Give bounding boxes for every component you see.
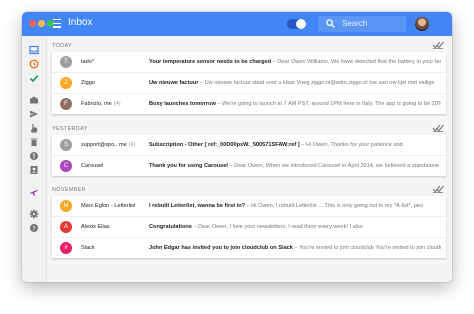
section-header: TODAY [52, 40, 446, 51]
message-snippet: – Uw nieuwe factuur staat voor u klaar V… [198, 80, 435, 86]
spam-icon[interactable] [29, 151, 39, 161]
thread-count: (4) [113, 101, 121, 107]
message-subject: Subscription - Other [ ref:_00D00pxW._50… [149, 142, 300, 148]
sender-name: Ziggo [81, 80, 139, 86]
section-card: Ttado° Your temperature sensor needs to b… [52, 52, 446, 114]
sender-label: Carousel [81, 163, 104, 169]
section-header: YESTERDAY [52, 123, 446, 134]
message-subject: Uw nieuwe factuur [149, 80, 199, 86]
sender-label: support@spo., me [81, 142, 127, 148]
section-card: M Marc Eglon - Letterlist I rebuilt Letter… [52, 196, 446, 258]
section-card: Ssupport@spo., me (4) Subscription - Other… [52, 135, 446, 176]
inbox-window: Inbox Search ? TODAY Ttado° Your temperatu… [22, 12, 452, 282]
message-row[interactable]: Ttado° Your temperature sensor needs to b… [52, 52, 446, 73]
sender-name: Alexis Elias [81, 224, 139, 230]
sender-avatar: Z [60, 77, 72, 89]
sender-name: Carousel [81, 163, 139, 169]
sender-label: Marc Eglon - Letterlist [81, 203, 136, 209]
page-title: Inbox [68, 17, 93, 28]
search-box[interactable]: Search [318, 16, 406, 32]
sender-name: Marc Eglon - Letterlist [81, 203, 139, 209]
message-row[interactable]: # Slack John Edgar has invited you to join… [52, 238, 446, 258]
sender-label: Alexis Elias [81, 224, 110, 230]
sweep-done-icon[interactable] [432, 184, 444, 193]
sender-avatar: C [60, 160, 72, 172]
account-avatar[interactable] [415, 17, 429, 31]
message-row[interactable]: C Carousel Thank you for using Carousel – … [52, 156, 446, 176]
message-row[interactable]: Ssupport@spo., me (4) Subscription - Other… [52, 135, 446, 156]
sender-avatar: M [60, 200, 72, 212]
section-label: YESTERDAY [52, 126, 88, 132]
message-preview: Uw nieuwe factuur – Uw nieuwe factuur st… [149, 80, 441, 86]
message-snippet: – Dear Owen, I love your newsletters. I … [191, 224, 363, 230]
section-label: TODAY [52, 43, 72, 49]
settings-icon[interactable] [29, 209, 39, 219]
message-list: TODAY Ttado° Your temperature sensor needs… [47, 36, 452, 282]
menu-icon[interactable] [53, 19, 61, 28]
sender-label: tado° [81, 59, 95, 65]
message-preview: Your temperature sensor needs to be char… [149, 59, 441, 65]
done-icon[interactable] [29, 73, 39, 83]
sender-avatar: S [60, 139, 72, 151]
sender-label: Fabrizio, me [81, 101, 112, 107]
sender-avatar: T [60, 56, 72, 68]
message-snippet: – Dear Owen, When we introduced Carousel… [227, 163, 442, 169]
search-placeholder: Search [342, 19, 368, 28]
sweep-done-icon[interactable] [432, 40, 444, 49]
contacts-icon[interactable] [29, 165, 39, 175]
message-subject: I rebuilt Letterlist, wanna be first in? [149, 203, 246, 209]
sender-name: Fabrizio, me (4) [81, 101, 139, 107]
message-snippet: – Dear Owen Williams, We have detected t… [272, 59, 441, 65]
title-bar: Inbox Search [22, 12, 452, 36]
sender-avatar: A [60, 221, 72, 233]
message-row[interactable]: F Fabrizio, me (4) Boxy launches tomorrow –… [52, 94, 446, 114]
sidebar: ? [22, 36, 47, 282]
close-window-button[interactable] [29, 20, 36, 27]
message-subject: Congratulations [149, 224, 192, 230]
sender-label: Slack [81, 245, 95, 251]
message-subject: Thank you for using Carousel [149, 163, 228, 169]
message-subject: Your temperature sensor needs to be char… [149, 59, 272, 65]
message-snippet: – Hi Owen, I rebuilt Letterlist ... This… [245, 203, 424, 209]
message-snippet: – Hi Owen, Thanks for your patience and [299, 142, 403, 148]
message-row[interactable]: Z Ziggo Uw nieuwe factuur – Uw nieuwe fact… [52, 73, 446, 94]
message-preview: Congratulations – Dear Owen, I love your… [149, 224, 441, 230]
thread-count: (4) [128, 142, 136, 148]
trips-icon[interactable] [29, 187, 39, 197]
section-label: NOVEMBER [52, 187, 86, 193]
message-row[interactable]: M Marc Eglon - Letterlist I rebuilt Letter… [52, 196, 446, 217]
section-header: NOVEMBER [52, 184, 446, 195]
sender-name: Slack [81, 245, 139, 251]
message-snippet: – We're going to launch at 7 AM PST, aro… [215, 101, 441, 107]
message-preview: Thank you for using Carousel – Dear Owen… [149, 163, 441, 169]
message-preview: John Edgar has invited you to join cloud… [149, 245, 441, 251]
message-preview: I rebuilt Letterlist, wanna be first in?… [149, 203, 441, 209]
message-preview: Boxy launches tomorrow – We're going to … [149, 101, 441, 107]
reminders-icon[interactable] [29, 123, 39, 133]
inbox-icon[interactable] [29, 45, 39, 55]
sender-avatar: F [60, 98, 72, 110]
message-snippet: – You're invited to join cloudclub You'r… [292, 245, 441, 251]
sender-name: tado° [81, 59, 139, 65]
sender-avatar: # [60, 242, 72, 254]
trash-icon[interactable] [29, 137, 39, 147]
minimize-window-button[interactable] [38, 20, 45, 27]
sweep-done-icon[interactable] [432, 123, 444, 132]
sent-icon[interactable] [29, 109, 39, 119]
message-row[interactable]: A Alexis Elias Congratulations – Dear Owen… [52, 217, 446, 238]
help-icon[interactable]: ? [29, 223, 39, 233]
sender-name: support@spo., me (4) [81, 142, 139, 148]
sender-label: Ziggo [81, 80, 95, 86]
search-icon [326, 19, 335, 28]
message-preview: Subscription - Other [ ref:_00D00pxW._50… [149, 142, 441, 148]
drafts-icon[interactable] [29, 95, 39, 105]
svg-text:?: ? [32, 225, 35, 232]
snoozed-icon[interactable] [29, 59, 39, 69]
message-subject: John Edgar has invited you to join cloud… [149, 245, 293, 251]
toggle-knob [296, 19, 306, 29]
pin-toggle[interactable] [287, 19, 306, 29]
message-subject: Boxy launches tomorrow [149, 101, 216, 107]
